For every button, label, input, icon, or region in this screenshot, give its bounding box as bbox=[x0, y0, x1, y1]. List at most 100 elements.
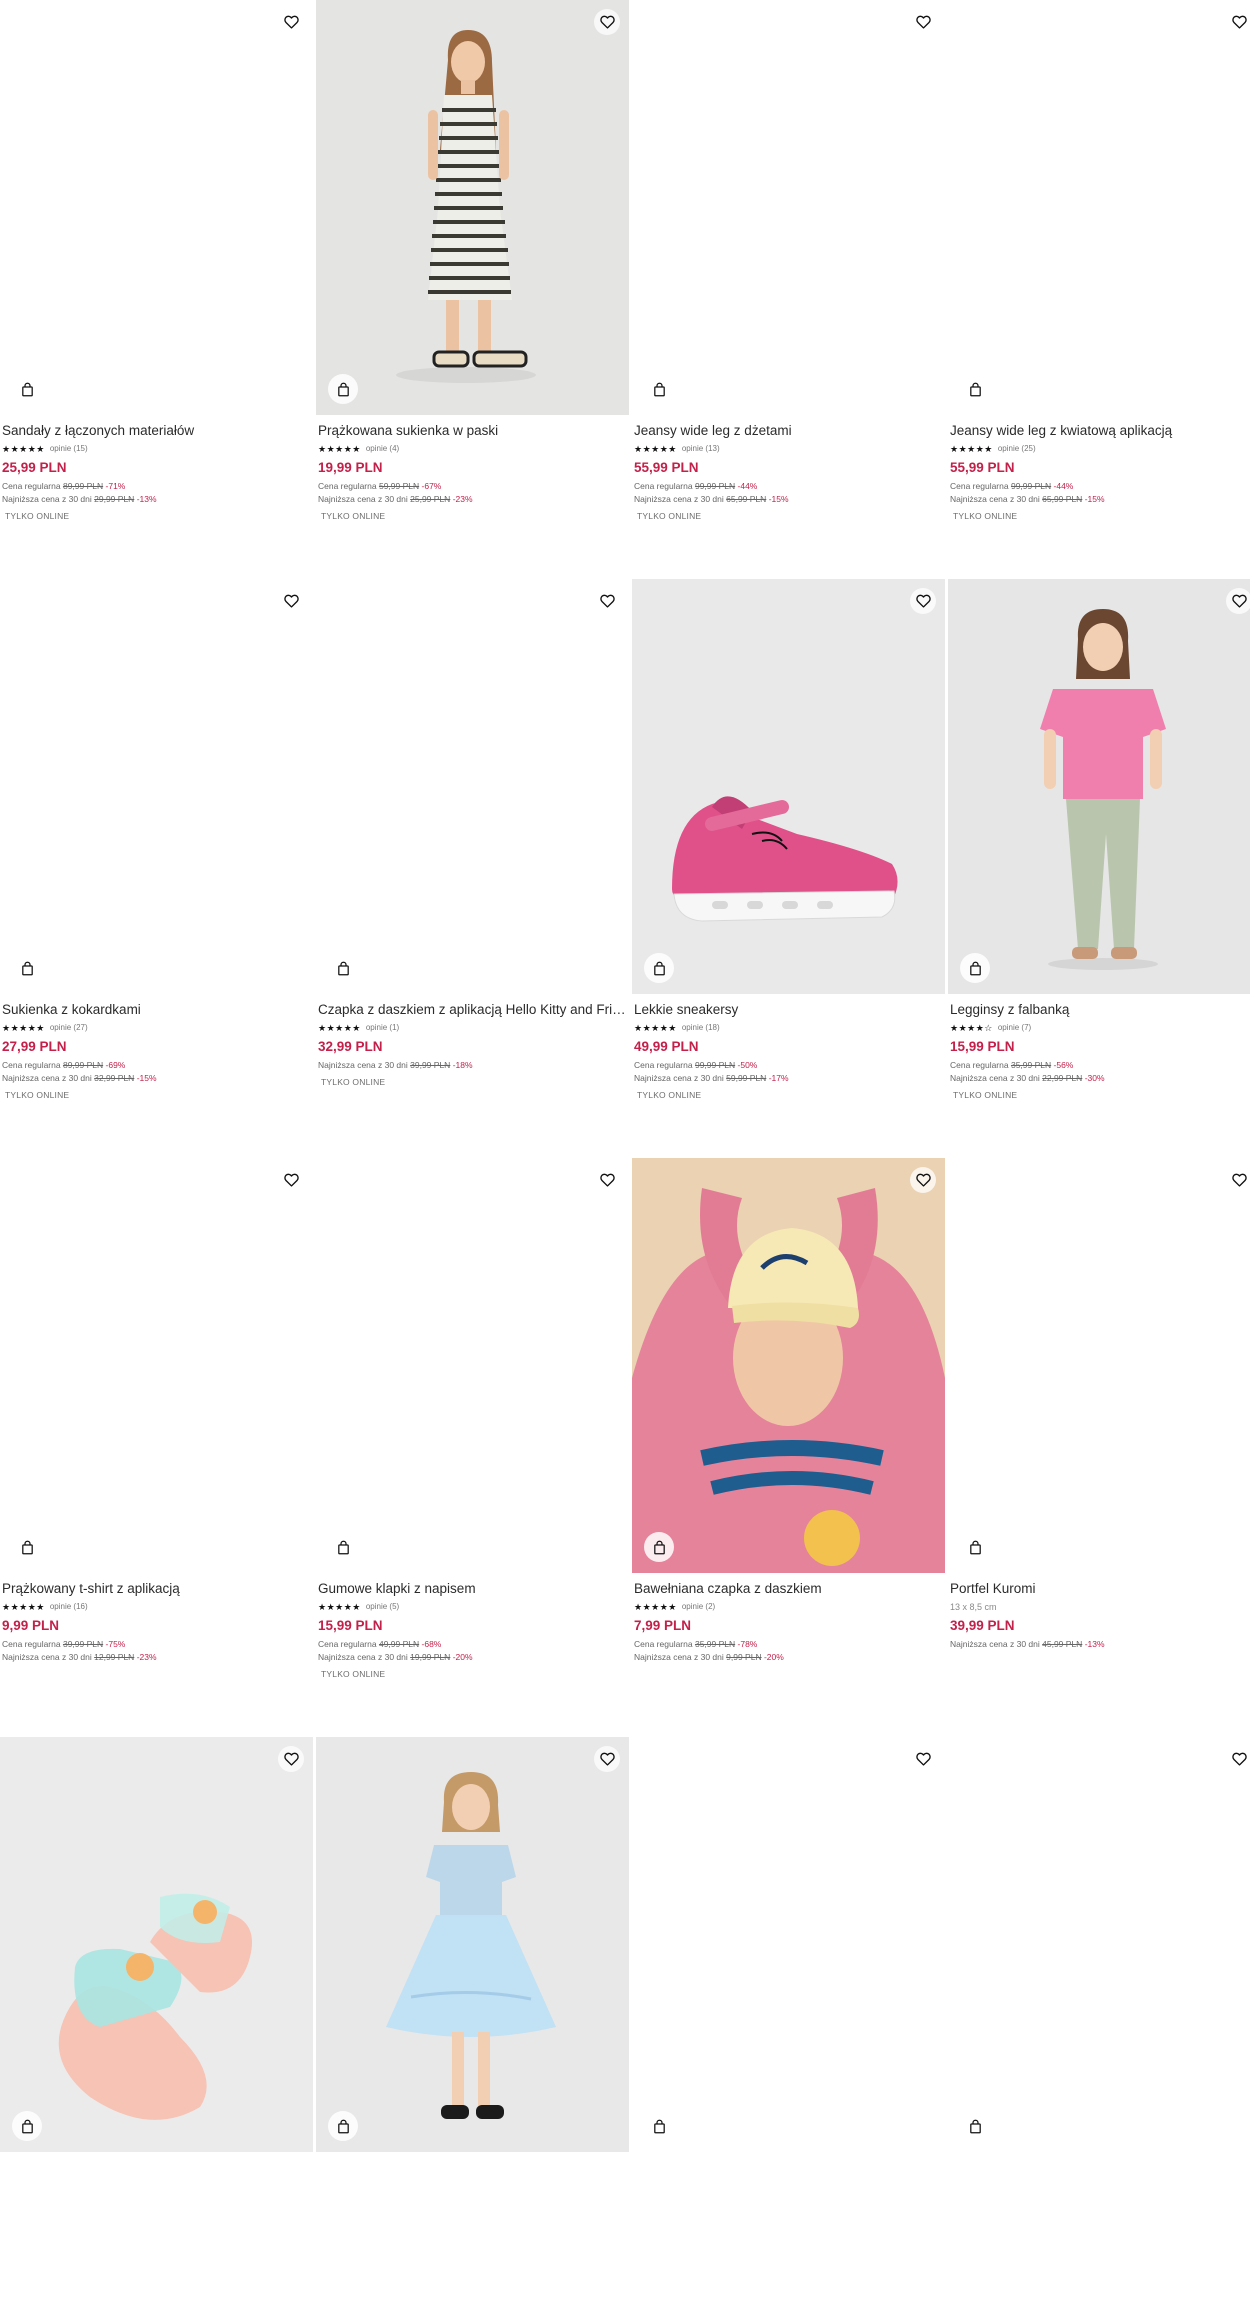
shopping-bag-icon[interactable] bbox=[960, 374, 990, 404]
product-card[interactable]: Lekkie sneakersy ★★★★★ opinie (18) 49,99 PL… bbox=[632, 579, 945, 1158]
product-image[interactable] bbox=[0, 579, 313, 994]
rating: ★★★★★ opinie (13) bbox=[634, 444, 943, 454]
product-image[interactable] bbox=[632, 579, 945, 994]
heart-icon[interactable] bbox=[278, 588, 304, 614]
product-card[interactable] bbox=[0, 1737, 313, 2316]
shopping-bag-icon[interactable] bbox=[644, 1532, 674, 1562]
product-card[interactable]: Prążkowana sukienka w paski ★★★★★ opinie (… bbox=[316, 0, 629, 579]
product-name[interactable]: Czapka z daszkiem z aplikacją Hello Kitt… bbox=[318, 1002, 627, 1018]
regular-price: Cena regularna 89,99 PLN -71% bbox=[2, 481, 126, 491]
product-info: Legginsy z falbanką ★★★★☆ opinie (7) 15,99 … bbox=[948, 994, 1250, 1100]
product-name[interactable]: Sandały z łączonych materiałów bbox=[2, 423, 311, 439]
heart-icon[interactable] bbox=[278, 9, 304, 35]
heart-icon[interactable] bbox=[594, 1746, 620, 1772]
product-card[interactable]: Prążkowany t-shirt z aplikacją ★★★★★ opini… bbox=[0, 1158, 313, 1737]
lowest-price-30-days: Najniższa cena z 30 dni 39,99 PLN -18% bbox=[318, 1060, 473, 1070]
product-name[interactable]: Prążkowana sukienka w paski bbox=[318, 423, 627, 439]
heart-icon[interactable] bbox=[1226, 1167, 1250, 1193]
product-image[interactable] bbox=[632, 1158, 945, 1573]
product-card[interactable]: Jeansy wide leg z dżetami ★★★★★ opinie (13… bbox=[632, 0, 945, 579]
star-rating-icon: ★★★★★ bbox=[318, 444, 361, 454]
product-name[interactable]: Legginsy z falbanką bbox=[950, 1002, 1250, 1018]
heart-icon[interactable] bbox=[910, 588, 936, 614]
regular-price: Cena regularna 99,99 PLN -50% bbox=[634, 1060, 758, 1070]
product-card[interactable]: Gumowe klapki z napisem ★★★★★ opinie (5) 15… bbox=[316, 1158, 629, 1737]
product-image[interactable] bbox=[316, 1158, 629, 1573]
review-count: opinie (13) bbox=[681, 444, 720, 453]
regular-price: Cena regularna 89,99 PLN -69% bbox=[2, 1060, 126, 1070]
product-image[interactable] bbox=[948, 1737, 1250, 2152]
product-info: Portfel Kuromi 13 x 8,5 cm 39,99 PLN Najniż… bbox=[948, 1573, 1250, 1651]
product-card[interactable]: Portfel Kuromi 13 x 8,5 cm 39,99 PLN Najniż… bbox=[948, 1158, 1250, 1737]
product-card[interactable] bbox=[632, 1737, 945, 2316]
product-card[interactable] bbox=[316, 1737, 629, 2316]
product-name[interactable]: Jeansy wide leg z dżetami bbox=[634, 423, 943, 439]
product-card[interactable]: Sandały z łączonych materiałów ★★★★★ opini… bbox=[0, 0, 313, 579]
product-image[interactable] bbox=[632, 1737, 945, 2152]
product-price: 32,99 PLN bbox=[318, 1039, 383, 1054]
heart-icon[interactable] bbox=[1226, 9, 1250, 35]
heart-icon[interactable] bbox=[278, 1167, 304, 1193]
shopping-bag-icon[interactable] bbox=[644, 953, 674, 983]
lowest-price-30-days: Najniższa cena z 30 dni 65,99 PLN -15% bbox=[950, 494, 1105, 504]
heart-icon[interactable] bbox=[910, 1746, 936, 1772]
heart-icon[interactable] bbox=[594, 1167, 620, 1193]
product-card[interactable]: Bawełniana czapka z daszkiem ★★★★★ opinie … bbox=[632, 1158, 945, 1737]
shopping-bag-icon[interactable] bbox=[12, 374, 42, 404]
review-count: opinie (25) bbox=[997, 444, 1036, 453]
shopping-bag-icon[interactable] bbox=[12, 953, 42, 983]
online-only-badge: TYLKO ONLINE bbox=[953, 511, 1018, 521]
lowest-price-30-days: Najniższa cena z 30 dni 12,99 PLN -23% bbox=[2, 1652, 157, 1662]
product-image[interactable] bbox=[632, 0, 945, 415]
heart-icon[interactable] bbox=[1226, 1746, 1250, 1772]
heart-icon[interactable] bbox=[278, 1746, 304, 1772]
shopping-bag-icon[interactable] bbox=[328, 953, 358, 983]
product-name[interactable]: Lekkie sneakersy bbox=[634, 1002, 943, 1018]
product-name[interactable]: Gumowe klapki z napisem bbox=[318, 1581, 627, 1597]
regular-price: Cena regularna 39,99 PLN -75% bbox=[2, 1639, 126, 1649]
product-image[interactable] bbox=[0, 1158, 313, 1573]
product-card[interactable]: Czapka z daszkiem z aplikacją Hello Kitt… bbox=[316, 579, 629, 1158]
product-card[interactable] bbox=[948, 1737, 1250, 2316]
shopping-bag-icon[interactable] bbox=[12, 2111, 42, 2141]
shopping-bag-icon[interactable] bbox=[960, 1532, 990, 1562]
regular-price: Cena regularna 99,99 PLN -44% bbox=[634, 481, 758, 491]
product-name[interactable]: Portfel Kuromi bbox=[950, 1581, 1250, 1597]
product-card[interactable]: Legginsy z falbanką ★★★★☆ opinie (7) 15,99 … bbox=[948, 579, 1250, 1158]
shopping-bag-icon[interactable] bbox=[328, 2111, 358, 2141]
heart-icon[interactable] bbox=[594, 9, 620, 35]
product-image[interactable] bbox=[948, 0, 1250, 415]
heart-icon[interactable] bbox=[910, 1167, 936, 1193]
product-image[interactable] bbox=[948, 579, 1250, 994]
rating: ★★★★★ opinie (25) bbox=[950, 444, 1250, 454]
heart-icon[interactable] bbox=[910, 9, 936, 35]
star-rating-icon: ★★★★★ bbox=[318, 1602, 361, 1612]
shopping-bag-icon[interactable] bbox=[12, 1532, 42, 1562]
product-name[interactable]: Sukienka z kokardkami bbox=[2, 1002, 311, 1018]
product-card[interactable]: Sukienka z kokardkami ★★★★★ opinie (27) 27,… bbox=[0, 579, 313, 1158]
product-image[interactable] bbox=[948, 1158, 1250, 1573]
product-name[interactable]: Jeansy wide leg z kwiatową aplikacją bbox=[950, 423, 1250, 439]
heart-icon[interactable] bbox=[1226, 588, 1250, 614]
shopping-bag-icon[interactable] bbox=[960, 953, 990, 983]
shopping-bag-icon[interactable] bbox=[644, 2111, 674, 2141]
lowest-price-30-days: Najniższa cena z 30 dni 29,99 PLN -13% bbox=[2, 494, 157, 504]
shopping-bag-icon[interactable] bbox=[328, 1532, 358, 1562]
review-count: opinie (27) bbox=[49, 1023, 88, 1032]
shopping-bag-icon[interactable] bbox=[328, 374, 358, 404]
shopping-bag-icon[interactable] bbox=[644, 374, 674, 404]
product-name[interactable]: Prążkowany t-shirt z aplikacją bbox=[2, 1581, 311, 1597]
product-image[interactable] bbox=[316, 0, 629, 415]
product-image[interactable] bbox=[0, 1737, 313, 2152]
product-name[interactable]: Bawełniana czapka z daszkiem bbox=[634, 1581, 943, 1597]
product-image[interactable] bbox=[0, 0, 313, 415]
product-price: 55,99 PLN bbox=[950, 460, 1015, 475]
shopping-bag-icon[interactable] bbox=[960, 2111, 990, 2141]
product-image[interactable] bbox=[316, 1737, 629, 2152]
heart-icon[interactable] bbox=[594, 588, 620, 614]
online-only-badge: TYLKO ONLINE bbox=[321, 511, 386, 521]
review-count: opinie (5) bbox=[365, 1602, 400, 1611]
product-price: 25,99 PLN bbox=[2, 460, 67, 475]
product-image[interactable] bbox=[316, 579, 629, 994]
product-card[interactable]: Jeansy wide leg z kwiatową aplikacją ★★★★… bbox=[948, 0, 1250, 579]
